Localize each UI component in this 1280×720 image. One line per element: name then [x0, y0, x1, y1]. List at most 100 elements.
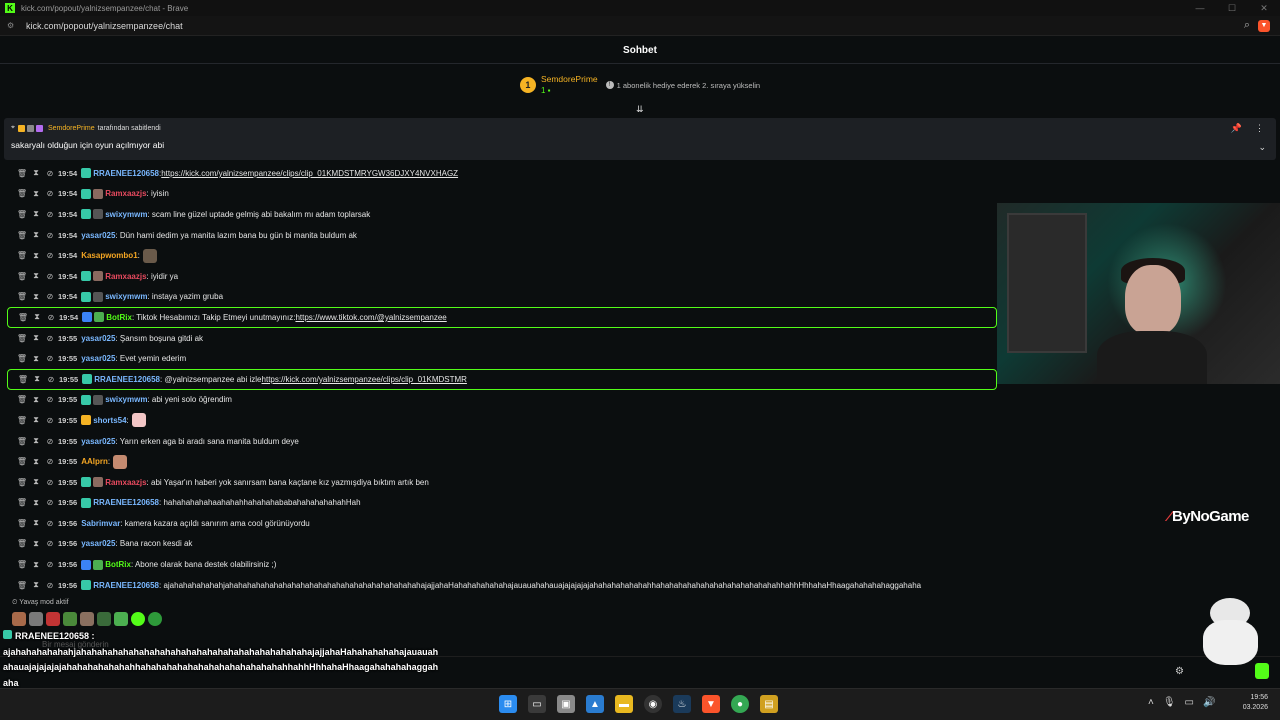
- maximize-icon[interactable]: ☐: [1216, 0, 1248, 16]
- url-text[interactable]: kick.com/popout/yalnizsempanzee/chat: [26, 21, 183, 31]
- ban-icon[interactable]: ⊘: [43, 581, 57, 590]
- delete-message-icon[interactable]: 🗑: [15, 210, 29, 219]
- timeout-icon[interactable]: ⧗: [29, 209, 43, 219]
- emote-4[interactable]: [63, 612, 77, 626]
- timeout-icon[interactable]: ⧗: [29, 415, 43, 425]
- tray-chevron-icon[interactable]: ˄: [1148, 697, 1154, 708]
- ban-icon[interactable]: ⊘: [43, 231, 57, 240]
- windows-start-icon[interactable]: ⊞: [499, 695, 517, 713]
- zoom-icon[interactable]: ⌕: [1244, 19, 1250, 32]
- chrome-icon[interactable]: ●: [731, 695, 749, 713]
- delete-message-icon[interactable]: 🗑: [15, 189, 29, 198]
- ban-icon[interactable]: ⊘: [43, 292, 57, 301]
- message-link[interactable]: https://kick.com/yalnizsempanzee/clips/c…: [161, 169, 458, 178]
- send-button[interactable]: [1255, 663, 1269, 679]
- speaker-icon[interactable]: 🔊: [1203, 697, 1215, 708]
- message-username[interactable]: RRAENEE120658: [93, 581, 159, 590]
- ban-icon[interactable]: ⊘: [43, 437, 57, 446]
- message-username[interactable]: swixymwm: [105, 395, 147, 404]
- timeout-icon[interactable]: ⧗: [29, 251, 43, 261]
- delete-message-icon[interactable]: 🗑: [15, 395, 29, 404]
- emote-5[interactable]: [80, 612, 94, 626]
- delete-message-icon[interactable]: 🗑: [16, 375, 30, 384]
- ban-icon[interactable]: ⊘: [43, 210, 57, 219]
- ban-icon[interactable]: ⊘: [43, 539, 57, 548]
- timeout-icon[interactable]: ⧗: [30, 374, 44, 384]
- ban-icon[interactable]: ⊘: [43, 251, 57, 260]
- delete-message-icon[interactable]: 🗑: [15, 539, 29, 548]
- timeout-icon[interactable]: ⧗: [29, 189, 43, 199]
- ban-icon[interactable]: ⊘: [43, 560, 57, 569]
- timeout-icon[interactable]: ⧗: [29, 477, 43, 487]
- message-username[interactable]: shorts54: [93, 416, 126, 425]
- timeout-icon[interactable]: ⧗: [29, 230, 43, 240]
- monitor-icon[interactable]: ▭: [1185, 697, 1194, 708]
- timeout-icon[interactable]: ⧗: [29, 395, 43, 405]
- timeout-icon[interactable]: ⧗: [29, 457, 43, 467]
- delete-message-icon[interactable]: 🗑: [15, 560, 29, 569]
- ban-icon[interactable]: ⊘: [43, 395, 57, 404]
- emote-6[interactable]: [97, 612, 111, 626]
- message-username[interactable]: swixymwm: [105, 292, 147, 301]
- ban-icon[interactable]: ⊘: [43, 416, 57, 425]
- message-username[interactable]: RRAENEE120658: [93, 498, 159, 507]
- microphone-icon[interactable]: 🎙: [1163, 697, 1176, 708]
- delete-message-icon[interactable]: 🗑: [15, 251, 29, 260]
- obs-icon[interactable]: ◉: [644, 695, 662, 713]
- delete-message-icon[interactable]: 🗑: [15, 437, 29, 446]
- emote-9[interactable]: [148, 612, 162, 626]
- delete-message-icon[interactable]: 🗑: [15, 519, 29, 528]
- ban-icon[interactable]: ⊘: [43, 478, 57, 487]
- taskbar-clock[interactable]: 19:56 03.2026: [1236, 693, 1268, 713]
- message-username[interactable]: Kasapwombo1: [81, 251, 137, 260]
- delete-message-icon[interactable]: 🗑: [15, 354, 29, 363]
- message-username[interactable]: AAlprn: [81, 457, 108, 466]
- steam-icon[interactable]: ♨: [673, 695, 691, 713]
- emote-8[interactable]: [131, 612, 145, 626]
- search-icon[interactable]: ▭: [528, 695, 546, 713]
- timeout-icon[interactable]: ⧗: [29, 498, 43, 508]
- delete-message-icon[interactable]: 🗑: [15, 478, 29, 487]
- delete-message-icon[interactable]: 🗑: [15, 416, 29, 425]
- timeout-icon[interactable]: ⧗: [30, 312, 44, 322]
- message-username[interactable]: yasar025: [81, 354, 115, 363]
- timeout-icon[interactable]: ⧗: [29, 560, 43, 570]
- message-username[interactable]: yasar025: [81, 437, 115, 446]
- ban-icon[interactable]: ⊘: [43, 169, 57, 178]
- message-username[interactable]: RRAENEE120658: [94, 375, 160, 384]
- message-username[interactable]: swixymwm: [105, 210, 147, 219]
- message-username[interactable]: yasar025: [81, 231, 115, 240]
- chat-settings-icon[interactable]: ⚙: [1175, 666, 1184, 677]
- emote-3[interactable]: [46, 612, 60, 626]
- delete-message-icon[interactable]: 🗑: [15, 334, 29, 343]
- emote-2[interactable]: [29, 612, 43, 626]
- message-link[interactable]: https://www.tiktok.com/@yalnizsempanzee: [295, 313, 446, 322]
- timeout-icon[interactable]: ⧗: [29, 168, 43, 178]
- ban-icon[interactable]: ⊘: [43, 354, 57, 363]
- emote-1[interactable]: [12, 612, 26, 626]
- ban-icon[interactable]: ⊘: [43, 272, 57, 281]
- ban-icon[interactable]: ⊘: [44, 375, 58, 384]
- task-view-icon[interactable]: ▣: [557, 695, 575, 713]
- message-username[interactable]: yasar025: [81, 539, 115, 548]
- leader-user[interactable]: SemdorePrime 1 ▪: [541, 74, 598, 96]
- delete-message-icon[interactable]: 🗑: [16, 313, 30, 322]
- ban-icon[interactable]: ⊘: [43, 189, 57, 198]
- more-options-icon[interactable]: ⋮: [1255, 123, 1264, 134]
- message-username[interactable]: Ramxaazjs: [105, 272, 146, 281]
- timeout-icon[interactable]: ⧗: [29, 333, 43, 343]
- minimize-icon[interactable]: —: [1184, 0, 1216, 16]
- pinned-by-user[interactable]: SemdorePrime: [48, 125, 95, 132]
- timeout-icon[interactable]: ⧗: [29, 354, 43, 364]
- message-username[interactable]: Ramxaazjs: [105, 478, 146, 487]
- timeout-icon[interactable]: ⧗: [29, 539, 43, 549]
- message-link[interactable]: https://kick.com/yalnizsempanzee/clips/c…: [262, 375, 467, 384]
- delete-message-icon[interactable]: 🗑: [15, 292, 29, 301]
- app-icon[interactable]: ▤: [760, 695, 778, 713]
- timeout-icon[interactable]: ⧗: [29, 436, 43, 446]
- ban-icon[interactable]: ⊘: [43, 498, 57, 507]
- message-username[interactable]: Ramxaazjs: [105, 189, 146, 198]
- delete-message-icon[interactable]: 🗑: [15, 498, 29, 507]
- message-username[interactable]: BotRix: [106, 313, 132, 322]
- timeout-icon[interactable]: ⧗: [29, 580, 43, 590]
